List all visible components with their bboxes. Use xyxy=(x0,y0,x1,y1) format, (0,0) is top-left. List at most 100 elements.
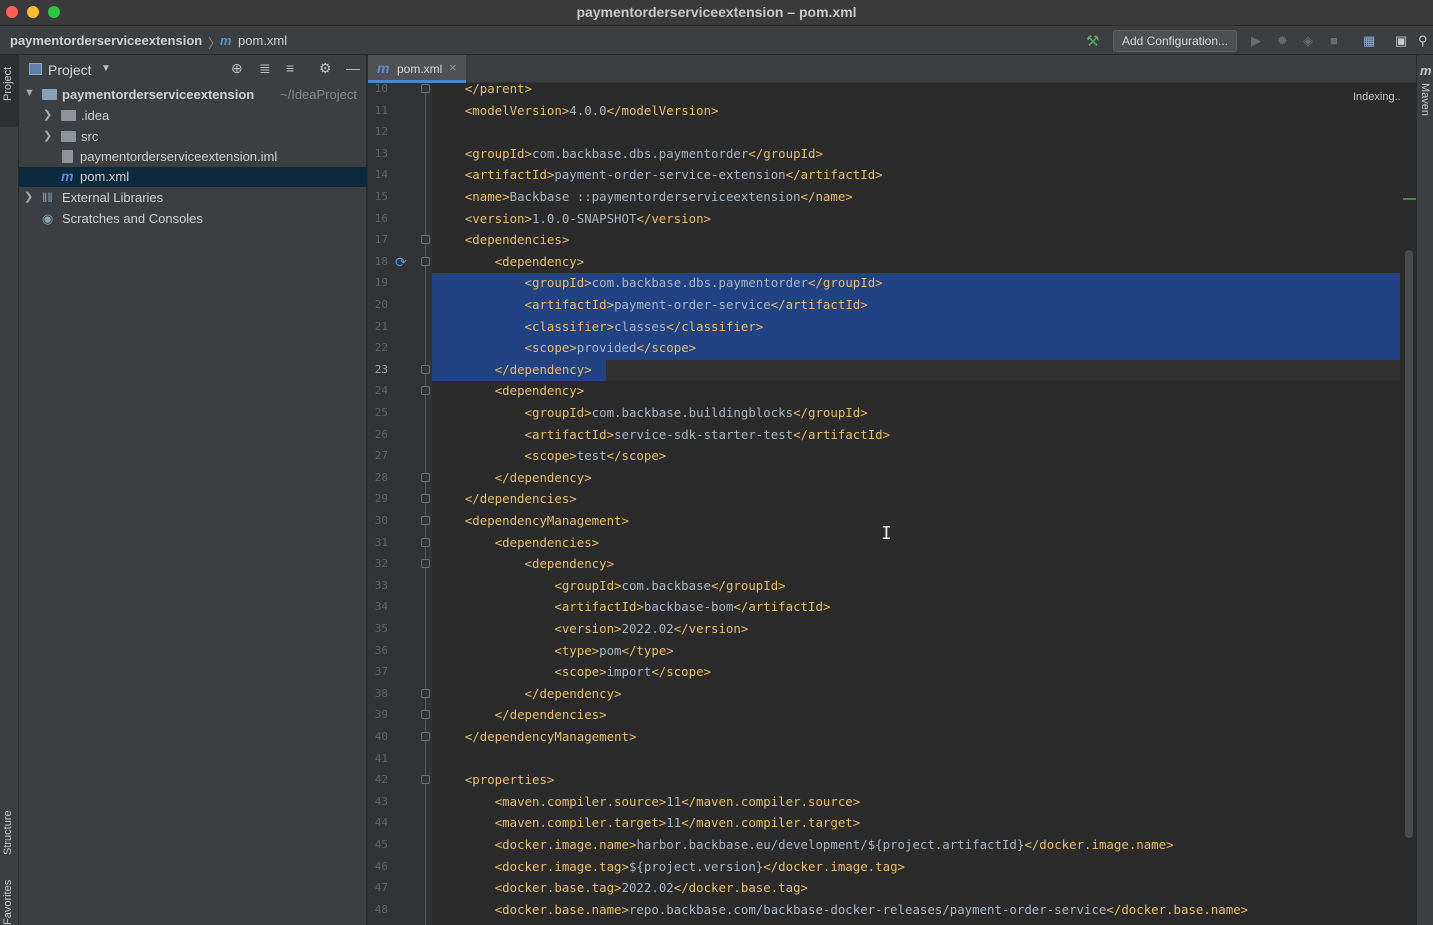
code-line[interactable]: 27 <scope>test</scope> xyxy=(368,446,1416,468)
maven-tab-label[interactable]: Maven xyxy=(1419,83,1431,116)
code-line[interactable]: 40 </dependencyManagement> xyxy=(368,727,1416,749)
code-line[interactable]: 22 <scope>provided</scope> xyxy=(368,338,1416,360)
navigation-bar: paymentorderserviceextension 〉 m pom.xml… xyxy=(0,26,1433,55)
tree-item-pom[interactable]: m pom.xml xyxy=(19,167,367,187)
code-line[interactable]: 47 <docker.base.tag>2022.02</docker.base… xyxy=(368,878,1416,900)
fold-marker-icon[interactable] xyxy=(421,559,430,569)
fold-marker-icon[interactable] xyxy=(421,710,430,720)
code-line[interactable]: 44 <maven.compiler.target>11</maven.comp… xyxy=(368,813,1416,835)
code-line[interactable]: 20 <artifactId>payment-order-service</ar… xyxy=(368,295,1416,317)
collapsed-arrow-icon[interactable]: ❯ xyxy=(24,190,33,203)
code-line[interactable]: 23 </dependency> xyxy=(368,359,1416,382)
fold-marker-icon[interactable] xyxy=(421,84,430,93)
code-line[interactable]: 38 </dependency> xyxy=(368,684,1416,706)
tree-item-label: Scratches and Consoles xyxy=(62,211,203,226)
code-line[interactable]: 26 <artifactId>service-sdk-starter-test<… xyxy=(368,425,1416,447)
collapsed-arrow-icon[interactable]: ❯ xyxy=(43,129,52,142)
code-line[interactable]: 17 <dependencies> xyxy=(368,230,1416,252)
code-line[interactable]: 36 <type>pom</type> xyxy=(368,641,1416,663)
code-line[interactable]: 37 <scope>import</scope> xyxy=(368,662,1416,684)
favorites-tab-label[interactable]: Favorites xyxy=(2,880,14,925)
stop-icon[interactable]: ■ xyxy=(1330,33,1338,48)
collapse-all-icon[interactable]: ≡ xyxy=(286,60,294,76)
code-line[interactable]: 12 xyxy=(368,122,1416,144)
project-structure-icon[interactable]: ▦ xyxy=(1363,33,1375,49)
code-line[interactable]: 28 </dependency> xyxy=(368,468,1416,490)
code-line[interactable]: 34 <artifactId>backbase-bom</artifactId> xyxy=(368,597,1416,619)
fold-marker-icon[interactable] xyxy=(421,386,430,396)
code-line[interactable]: 21 <classifier>classes</classifier> xyxy=(368,316,1416,339)
code-line[interactable]: 33 <groupId>com.backbase</groupId> xyxy=(368,576,1416,598)
breadcrumb-project[interactable]: paymentorderserviceextension xyxy=(10,33,202,48)
coverage-icon[interactable]: ◈ xyxy=(1303,33,1313,49)
code-line[interactable]: 30 <dependencyManagement> xyxy=(368,511,1416,533)
project-tool-tab[interactable]: Project xyxy=(0,55,19,127)
line-number: 46 xyxy=(374,859,388,873)
search-icon[interactable]: ⚲ xyxy=(1418,33,1428,49)
code-line[interactable]: 18 ⟳ <dependency> xyxy=(368,252,1416,274)
code-line[interactable]: 31 <dependencies> xyxy=(368,533,1416,555)
expand-all-icon[interactable]: ≣ xyxy=(259,60,271,77)
maven-icon[interactable]: m xyxy=(1420,63,1432,78)
tree-item-scratches[interactable]: ◉ Scratches and Consoles xyxy=(19,209,367,229)
tree-item-iml[interactable]: paymentorderserviceextension.iml xyxy=(19,147,367,167)
hammer-icon[interactable]: ⚒ xyxy=(1086,32,1099,50)
fold-marker-icon[interactable] xyxy=(421,516,430,525)
expanded-arrow-icon[interactable]: ▼ xyxy=(24,87,35,99)
code-line[interactable]: 48 <docker.base.name>repo.backbase.com/b… xyxy=(368,900,1416,922)
code-line[interactable]: 13 <groupId>com.backbase.dbs.paymentorde… xyxy=(368,144,1416,166)
code-line[interactable]: 41 xyxy=(368,749,1416,771)
code-line[interactable]: 39 </dependencies> xyxy=(368,705,1416,727)
locate-icon[interactable]: ⊕ xyxy=(231,60,243,77)
run-icon[interactable]: ▶ xyxy=(1251,33,1261,49)
fold-marker-icon[interactable] xyxy=(421,537,430,547)
add-configuration-button[interactable]: Add Configuration... xyxy=(1113,30,1237,52)
code-text: <artifactId>payment-order-service-extens… xyxy=(435,167,883,182)
code-line[interactable]: 46 <docker.image.tag>${project.version}<… xyxy=(368,857,1416,879)
code-line[interactable]: 43 <maven.compiler.source>11</maven.comp… xyxy=(368,792,1416,814)
tree-item-idea[interactable]: ❯ .idea xyxy=(19,106,367,126)
tree-item-src[interactable]: ❯ src xyxy=(19,127,367,147)
fold-marker-icon[interactable] xyxy=(421,688,430,698)
code-line[interactable]: 19 <groupId>com.backbase.dbs.paymentorde… xyxy=(368,273,1416,295)
change-marker[interactable] xyxy=(1403,198,1416,200)
code-line[interactable]: 25 <groupId>com.backbase.buildingblocks<… xyxy=(368,403,1416,425)
structure-tab-label[interactable]: Structure xyxy=(2,810,14,855)
code-line[interactable]: 24 <dependency> xyxy=(368,381,1416,403)
code-line[interactable]: 29 </dependencies> xyxy=(368,489,1416,511)
debug-icon[interactable]: ✹ xyxy=(1277,33,1288,49)
implemented-icon[interactable]: ⟳ xyxy=(395,254,407,271)
layout-icon[interactable]: ▣ xyxy=(1395,33,1407,49)
fold-marker-icon[interactable] xyxy=(421,364,430,374)
code-line[interactable]: 14 <artifactId>payment-order-service-ext… xyxy=(368,165,1416,187)
fold-marker-icon[interactable] xyxy=(421,235,430,245)
tree-item-external-libraries[interactable]: ❯ ‖‖ External Libraries xyxy=(19,188,367,208)
fold-marker-icon[interactable] xyxy=(421,472,430,482)
minimize-icon[interactable]: — xyxy=(346,60,360,76)
tree-item-project-root[interactable]: ▼ paymentorderserviceextension ~/IdeaPro… xyxy=(19,85,367,105)
code-line[interactable]: 45 <docker.image.name>harbor.backbase.eu… xyxy=(368,835,1416,857)
chevron-down-icon[interactable]: ▼ xyxy=(101,63,111,74)
code-line[interactable]: 35 <version>2022.02</version> xyxy=(368,619,1416,641)
breadcrumb-file[interactable]: pom.xml xyxy=(238,33,287,48)
code-line[interactable]: 15 <name>Backbase ::paymentorderservicee… xyxy=(368,187,1416,209)
collapsed-arrow-icon[interactable]: ❯ xyxy=(43,108,52,121)
gear-icon[interactable]: ⚙ xyxy=(319,60,332,77)
project-view-selector[interactable]: Project xyxy=(48,62,92,78)
xml-value: 2022.02 xyxy=(621,880,674,896)
code-line[interactable]: 10 </parent> xyxy=(368,79,1416,101)
fold-marker-icon[interactable] xyxy=(421,494,430,504)
code-line[interactable]: 32 <dependency> xyxy=(368,554,1416,576)
vertical-scrollbar[interactable] xyxy=(1405,250,1413,838)
code-line[interactable]: 16 <version>1.0.0-SNAPSHOT</version> xyxy=(368,209,1416,231)
code-text: <scope>test</scope> xyxy=(435,448,667,463)
fold-marker-icon[interactable] xyxy=(421,256,430,266)
fold-marker-icon[interactable] xyxy=(421,732,430,741)
code-line[interactable]: 11 <modelVersion>4.0.0</modelVersion> xyxy=(368,101,1416,123)
close-icon[interactable]: × xyxy=(449,60,457,75)
indexing-status: Indexing... xyxy=(1353,91,1404,103)
fold-marker-icon[interactable] xyxy=(421,775,430,785)
code-line[interactable]: 42 <properties> xyxy=(368,770,1416,792)
